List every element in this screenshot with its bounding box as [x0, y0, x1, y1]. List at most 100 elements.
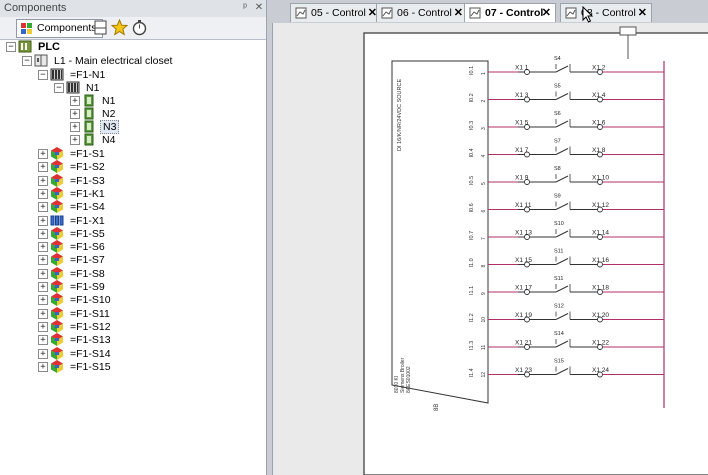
expand-toggle[interactable]: +: [38, 282, 48, 292]
device-icon: [51, 266, 63, 280]
pin-number: 1: [481, 72, 487, 75]
tree-label: =F1-S13: [70, 334, 111, 347]
tree-label: N3: [100, 120, 120, 134]
tree-label: =F1-S1: [70, 148, 105, 160]
switch-label: S11: [554, 249, 563, 255]
pin-number: 2: [481, 100, 487, 103]
expand-toggle[interactable]: +: [38, 348, 48, 359]
document-tab-bar: 05 - Control ✕ 06 - Control ✕ 07 - Contr…: [272, 0, 708, 23]
terminal-label: X1 6: [592, 120, 606, 127]
terminal-label: X1 14: [592, 230, 609, 237]
page-icon: [469, 7, 481, 19]
expand-toggle[interactable]: +: [38, 228, 48, 239]
device-icon: [51, 253, 63, 267]
collapse-toggle[interactable]: −: [54, 83, 64, 93]
tree-label: N1: [102, 95, 116, 107]
expand-toggle[interactable]: +: [38, 202, 48, 213]
components-tab-label: Components: [37, 22, 97, 34]
page-icon: [381, 7, 393, 19]
components-tab-button[interactable]: Components: [16, 19, 103, 38]
expand-toggle[interactable]: +: [38, 308, 48, 319]
tab-page-06[interactable]: 06 - Control ✕: [376, 3, 468, 22]
pin-label: I0.2: [469, 93, 475, 102]
close-tab-icon[interactable]: ✕: [542, 4, 551, 22]
expand-toggle[interactable]: +: [38, 255, 48, 266]
pin-label: I1.1: [469, 286, 475, 295]
schematic-drawing[interactable]: DI 16/K/NR/24VDC SOURCE 8010 KI Siemens …: [273, 23, 708, 475]
tree-label: =F1-S9: [70, 281, 105, 293]
expand-toggle[interactable]: +: [38, 335, 48, 346]
expand-toggle[interactable]: +: [70, 96, 80, 106]
tab-page-07[interactable]: 07 - Control ✕: [464, 3, 556, 22]
tree-label: =F1-S10: [70, 294, 111, 307]
expand-toggle[interactable]: +: [38, 242, 48, 253]
page-icon: [295, 7, 307, 19]
mouse-cursor-icon: [582, 6, 594, 23]
terminal-label: X1 24: [592, 367, 609, 374]
page-icon[interactable]: [92, 19, 109, 36]
terminal-label: X1 10: [592, 175, 609, 182]
star-icon[interactable]: [111, 19, 128, 36]
terminal-strip-icon: [50, 215, 64, 225]
expand-toggle[interactable]: +: [38, 215, 48, 226]
expand-toggle[interactable]: +: [38, 295, 48, 306]
terminal-label: X1 19: [515, 312, 532, 319]
expand-toggle[interactable]: +: [70, 135, 80, 145]
terminal-label: X1 16: [592, 257, 609, 264]
tree-label: =F1-S2: [70, 161, 105, 174]
module-icon: [84, 107, 94, 120]
collapse-toggle[interactable]: −: [38, 70, 48, 80]
tree-label: =F1-N1: [70, 69, 106, 81]
tree-label: =F1-S14: [70, 347, 111, 360]
schematic-canvas[interactable]: DI 16/K/NR/24VDC SOURCE 8010 KI Siemens …: [272, 23, 708, 475]
switch-label: S7: [554, 139, 561, 145]
close-tab-icon[interactable]: ✕: [454, 4, 463, 22]
device-icon: [51, 173, 63, 187]
rack-icon: [66, 81, 80, 94]
switch-label: S5: [554, 84, 561, 90]
pin-label: I0.6: [469, 203, 475, 212]
plc-icon: [18, 40, 32, 53]
device-icon: [51, 186, 63, 200]
switch-label: S9: [554, 194, 561, 200]
tree-label: L1 - Main electrical closet: [54, 55, 173, 67]
pin-label: I1.0: [469, 258, 475, 267]
tab-page-05[interactable]: 05 - Control ✕: [290, 3, 382, 22]
expand-toggle[interactable]: +: [38, 361, 48, 372]
tab-label: 05 - Control: [311, 7, 366, 19]
device-icon: [51, 333, 63, 347]
components-icon: [21, 23, 32, 34]
device-icon: [51, 319, 63, 333]
expand-toggle[interactable]: +: [70, 122, 80, 132]
pin-number: 12: [481, 372, 487, 378]
tree-label: N1: [86, 82, 100, 94]
tree-label: PLC: [38, 41, 60, 53]
expand-toggle[interactable]: +: [38, 175, 48, 186]
switch-label: S15: [554, 359, 564, 365]
panel-title: Components: [4, 2, 67, 14]
expand-toggle[interactable]: +: [70, 109, 80, 119]
tree-label: =F1-S11: [70, 307, 110, 320]
terminal-label: X1 12: [592, 202, 609, 209]
pin-number: 4: [481, 155, 487, 158]
expand-toggle[interactable]: +: [38, 162, 48, 173]
close-tab-icon[interactable]: ✕: [638, 4, 647, 22]
rack-icon: [50, 68, 64, 81]
svg-text:8AES01002: 8AES01002: [406, 366, 412, 393]
pin-label: I0.1: [469, 66, 475, 75]
timer-icon[interactable]: [131, 19, 148, 36]
pin-icon[interactable]: ᵖ: [238, 1, 252, 15]
collapse-toggle[interactable]: −: [6, 42, 16, 52]
terminal-label: X1 23: [515, 367, 532, 374]
terminal-label: X1 20: [592, 312, 609, 319]
tab-page-08[interactable]: 08 - Control ✕: [560, 3, 652, 22]
pin-label: I1.3: [469, 341, 475, 350]
collapse-toggle[interactable]: −: [22, 56, 32, 66]
expand-toggle[interactable]: +: [38, 321, 48, 332]
expand-toggle[interactable]: +: [38, 149, 48, 159]
expand-toggle[interactable]: +: [38, 268, 48, 279]
switch-label: S6: [554, 111, 561, 117]
terminal-label: X1 22: [592, 340, 609, 347]
close-icon[interactable]: ✕: [252, 1, 266, 15]
expand-toggle[interactable]: +: [38, 188, 48, 199]
